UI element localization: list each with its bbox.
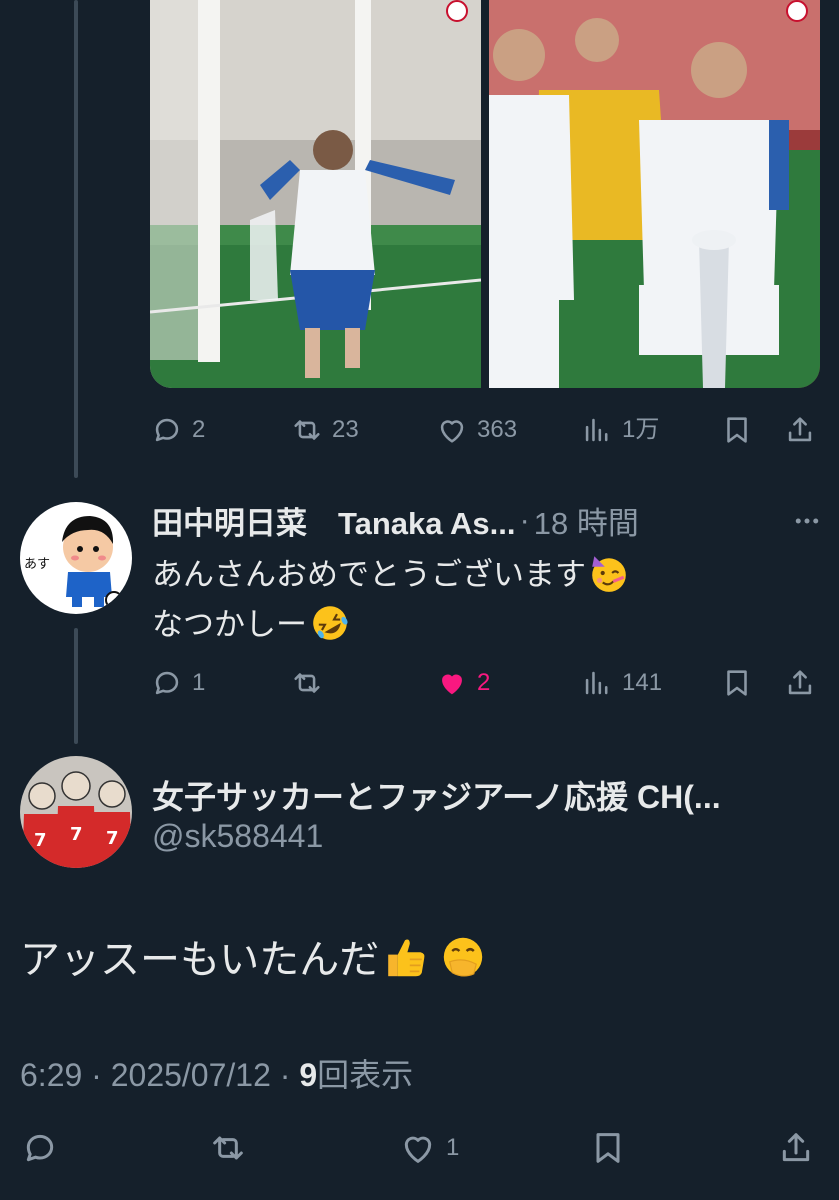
meta-separator: · [279,1057,291,1093]
views-button[interactable]: 141 [580,663,662,703]
svg-text:7: 7 [106,828,119,849]
post-media [150,0,820,388]
main-post-text: アッスーもいたんだ [20,935,487,986]
reply-count: 1 [192,669,206,696]
main-post-body: アッスーもいたんだ [20,938,380,982]
reply-button[interactable]: 2 [150,410,205,450]
like-count: 1 [446,1134,460,1161]
like-count: 363 [477,416,518,443]
view-count: 1万 [622,416,660,443]
partying-face-icon [592,556,626,592]
reply-author-name[interactable]: 田中明日菜 Tanaka As... [152,498,515,543]
thumbs-up-icon [388,939,425,977]
reply-text: あんさんおめでとうございます なつかしー [152,550,630,650]
post-timestamp: 6:29 · 2025/07/12 · 9回表示 [20,1050,413,1096]
svg-text:7: 7 [70,824,83,845]
thread-line-middle [74,628,78,744]
reply-header: 田中明日菜 Tanaka As... · 18 時間 [152,498,822,543]
share-button[interactable] [783,663,817,703]
post-time[interactable]: 6:29 [20,1057,82,1093]
bookmark-button[interactable] [720,410,754,450]
reply-timestamp[interactable]: 18 時間 [534,498,639,543]
reply-line-text: なつかしー [152,607,307,642]
club-crest-icon [446,0,468,22]
share-icon [788,417,812,442]
svg-text:7: 7 [34,830,47,851]
analytics-icon [585,671,608,695]
share-button[interactable] [776,1128,816,1168]
thread-line-top [74,0,78,478]
rolling-laughing-icon [313,606,348,640]
repost-button[interactable]: 23 [290,410,359,450]
more-options-button[interactable] [792,506,822,541]
share-button[interactable] [783,410,817,450]
repost-icon [294,673,320,693]
reply-button[interactable] [20,1128,68,1168]
reply-icon [155,418,179,442]
goal-celebration-photo[interactable] [150,0,481,388]
heart-icon [440,420,464,443]
like-count: 2 [477,669,491,696]
bookmark-button[interactable] [720,663,754,703]
reply-icon [26,1134,54,1162]
illustrated-players-avatar-image: 7 7 7 [20,756,132,868]
meta-separator: · [519,502,530,537]
reply-icon [155,671,179,695]
repost-button[interactable] [290,663,332,703]
bookmark-icon [727,417,747,443]
analytics-icon [585,418,608,442]
views-button[interactable]: 1万 [580,410,659,450]
bookmark-icon [596,1133,620,1163]
reply-line-text: あんさんおめでとうございます [152,557,586,592]
main-post-actions: 1 [0,1128,839,1172]
repost-icon [294,420,320,440]
share-icon [788,670,812,695]
main-author-handle[interactable]: @sk588441 [152,818,323,855]
like-button[interactable]: 363 [435,410,517,450]
repost-button[interactable] [208,1128,256,1168]
view-count: 141 [622,669,663,696]
reply-count: 2 [192,416,206,443]
meta-separator: · [91,1057,102,1093]
reply-actions: 1 2 141 [150,663,820,703]
avatar-label: あす [24,557,50,572]
bookmark-icon [727,670,747,696]
main-author-avatar[interactable]: 7 7 7 [20,756,132,868]
share-icon [782,1133,810,1162]
like-button[interactable]: 2 [435,663,490,703]
quoted-post-actions: 2 23 363 1万 [150,410,820,450]
bookmark-button[interactable] [588,1128,628,1168]
heart-filled-icon [442,674,462,695]
post-view-count: 9 [299,1057,318,1093]
reply-author-avatar[interactable]: あす [20,502,132,614]
trophy-celebration-photo[interactable] [489,0,820,388]
club-crest-icon [786,0,808,22]
heart-icon [404,1136,432,1163]
post-view-label: 回表示 [317,1057,414,1093]
post-date[interactable]: 2025/07/12 [111,1057,271,1093]
main-author-name[interactable]: 女子サッカーとファジアーノ応援 CH(... [152,772,721,818]
reply-line: なつかしー [152,600,630,650]
like-button[interactable]: 1 [398,1128,459,1168]
trophy-celebration-image [489,0,820,388]
goal-celebration-image [150,0,481,388]
reply-line: あんさんおめでとうございます [152,550,630,600]
more-icon [795,518,819,524]
face-with-hand-over-mouth-icon [444,938,483,977]
reply-button[interactable]: 1 [150,663,205,703]
repost-icon [213,1136,243,1160]
cartoon-avatar-image: あす [20,502,132,614]
repost-count: 23 [332,416,359,443]
